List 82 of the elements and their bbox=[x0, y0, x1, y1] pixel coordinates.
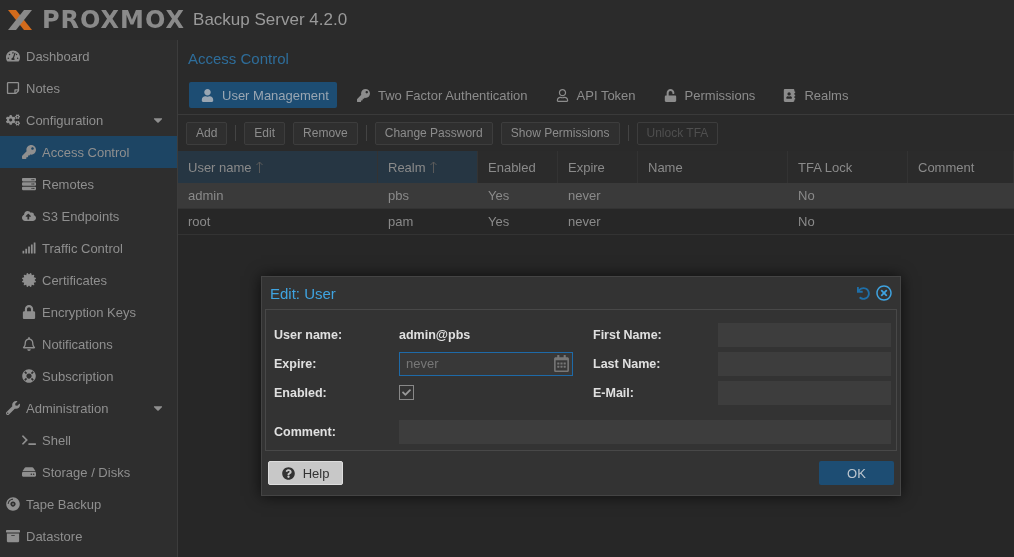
column-header[interactable]: Enabled bbox=[478, 151, 558, 183]
field-label: User name: bbox=[274, 327, 344, 342]
toolbar-button[interactable]: Add bbox=[186, 121, 228, 145]
toolbar-button[interactable]: Edit bbox=[244, 121, 286, 145]
sidebar-item[interactable]: Storage / Disks bbox=[0, 456, 177, 488]
sidebar-item[interactable]: Datastore bbox=[0, 520, 177, 552]
field-label: Expire: bbox=[274, 356, 318, 371]
table-cell: No bbox=[788, 183, 908, 209]
product-title: Backup Server 4.2.0 bbox=[193, 10, 348, 30]
sidebar-item[interactable]: S3 Endpoints bbox=[0, 200, 177, 232]
sidebar-item[interactable]: Notes bbox=[0, 72, 177, 104]
lock-icon bbox=[22, 305, 36, 319]
sort-arrow-icon bbox=[429, 161, 437, 173]
gears-icon bbox=[6, 113, 20, 127]
close-icon[interactable] bbox=[876, 285, 892, 301]
calendar-icon[interactable] bbox=[553, 354, 570, 372]
field-label: Comment: bbox=[274, 424, 337, 439]
sidebar-item[interactable]: Remotes bbox=[0, 168, 177, 200]
certificate-icon bbox=[22, 273, 36, 287]
dialog-title: Edit: User bbox=[270, 284, 337, 302]
bell-icon bbox=[22, 337, 36, 351]
logo-icon bbox=[6, 8, 34, 32]
user-name-value: admin@pbs bbox=[399, 327, 472, 342]
field-label: Enabled: bbox=[274, 385, 328, 400]
column-header[interactable]: Realm bbox=[378, 151, 478, 183]
logo: PROXMOX bbox=[42, 6, 186, 34]
server-icon bbox=[22, 177, 36, 191]
sidebar-item[interactable]: Certificates bbox=[0, 264, 177, 296]
tab[interactable]: Permissions bbox=[651, 82, 764, 108]
tab[interactable]: User Management bbox=[189, 82, 337, 108]
sidebar-item[interactable]: Administration bbox=[0, 392, 177, 424]
column-header[interactable]: Name bbox=[638, 151, 788, 183]
terminal-icon bbox=[22, 433, 36, 447]
tab[interactable]: Two Factor Authentication bbox=[344, 82, 536, 108]
sidebar-item[interactable]: Encryption Keys bbox=[0, 296, 177, 328]
dashboard-icon bbox=[6, 49, 20, 63]
field-label: First Name: bbox=[593, 327, 663, 342]
ok-button[interactable]: OK bbox=[819, 461, 894, 485]
sidebar-item[interactable]: Traffic Control bbox=[0, 232, 177, 264]
date-field[interactable]: never bbox=[399, 351, 573, 376]
column-header[interactable]: Comment bbox=[908, 151, 1014, 183]
user-icon bbox=[201, 88, 214, 102]
cloud-upload-icon bbox=[22, 209, 36, 223]
table-cell: pbs bbox=[378, 183, 478, 209]
bars-icon bbox=[22, 241, 36, 255]
life-ring-icon bbox=[22, 369, 36, 383]
field-label: E-Mail: bbox=[593, 385, 635, 400]
column-header[interactable]: User name bbox=[178, 151, 378, 183]
table-cell: Yes bbox=[478, 183, 558, 209]
wrench-icon bbox=[6, 401, 20, 415]
tab[interactable]: Realms bbox=[771, 82, 857, 108]
toolbar-button[interactable]: Change Password bbox=[374, 121, 493, 145]
key-icon bbox=[22, 145, 36, 159]
checkbox[interactable] bbox=[399, 385, 414, 400]
column-header[interactable]: Expire bbox=[558, 151, 638, 183]
sidebar-item[interactable]: Configuration bbox=[0, 104, 177, 136]
sidebar-item[interactable]: Dashboard bbox=[0, 40, 177, 72]
help-button[interactable]: Help bbox=[268, 461, 343, 485]
sort-arrow-icon bbox=[255, 161, 263, 173]
user-icon bbox=[555, 88, 569, 102]
sidebar-item[interactable]: Tape Backup bbox=[0, 488, 177, 520]
table-cell: never bbox=[558, 183, 638, 209]
unlock-icon bbox=[663, 88, 677, 102]
check-icon bbox=[402, 388, 411, 397]
help-icon bbox=[281, 466, 295, 480]
key-icon bbox=[356, 88, 370, 102]
reset-icon[interactable] bbox=[857, 286, 870, 300]
sidebar-item[interactable]: Shell bbox=[0, 424, 177, 456]
tab[interactable]: API Token bbox=[543, 82, 644, 108]
sidebar-item[interactable]: Notifications bbox=[0, 328, 177, 360]
sidebar-item[interactable]: Subscription bbox=[0, 360, 177, 392]
address-book-icon bbox=[783, 88, 797, 102]
panel-title: Access Control bbox=[188, 49, 289, 67]
note-icon bbox=[6, 81, 20, 95]
sidebar-item[interactable]: Access Control bbox=[0, 136, 177, 168]
table-cell: admin bbox=[178, 183, 378, 209]
field-label: Last Name: bbox=[593, 356, 662, 371]
toolbar-button[interactable]: Show Permissions bbox=[500, 121, 620, 145]
column-header[interactable]: TFA Lock bbox=[788, 151, 908, 183]
archive-icon bbox=[6, 529, 20, 543]
toolbar-button[interactable]: Remove bbox=[293, 121, 358, 145]
hard-drive-icon bbox=[22, 465, 36, 479]
